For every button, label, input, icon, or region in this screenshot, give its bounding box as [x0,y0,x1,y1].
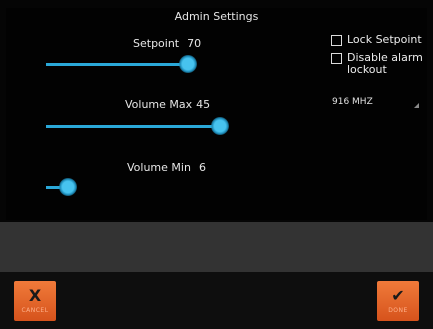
volume-min-slider[interactable] [46,177,77,199]
volume-max-fill [46,125,220,128]
setpoint-label-text: Setpoint [133,37,180,50]
cancel-label: CANCEL [21,307,49,314]
done-label: DONE [388,307,408,314]
volume-max-label-text: Volume Max [125,98,193,111]
action-bar [0,272,433,329]
frequency-select[interactable]: 916 MHZ [332,97,373,107]
lock-setpoint-option[interactable]: Lock Setpoint [331,34,422,46]
close-icon: X [28,286,42,305]
volume-max-slider[interactable] [46,116,229,138]
settings-screen: Admin Settings Setpoint 70 Volume Max 45 V… [0,0,433,329]
volume-min-label: Volume Min 6 [127,161,206,174]
done-button[interactable]: ✔ DONE [377,281,419,321]
disable-alarm-label: Disable alarm lockout [347,52,423,76]
volume-min-thumb[interactable] [59,178,77,196]
volume-min-value: 6 [198,161,206,174]
setpoint-slider[interactable] [46,54,197,76]
cancel-button[interactable]: X CANCEL [14,281,56,321]
setpoint-value: 70 [187,37,202,50]
checkmark-icon: ✔ [391,286,405,305]
lock-setpoint-label: Lock Setpoint [347,33,422,46]
setpoint-thumb[interactable] [179,55,197,73]
disable-alarm-checkbox[interactable] [331,53,342,64]
setpoint-label: Setpoint 70 [133,37,201,50]
bottom-band [0,222,433,272]
volume-max-value: 45 [196,98,211,111]
dropdown-corner-icon[interactable] [414,103,419,108]
volume-max-label: Volume Max 45 [125,98,210,111]
volume-max-thumb[interactable] [211,117,229,135]
page-title: Admin Settings [174,10,259,23]
disable-alarm-label-line2: lockout [347,63,387,76]
lock-setpoint-checkbox[interactable] [331,35,342,46]
volume-min-label-text: Volume Min [127,161,191,174]
setpoint-fill [46,63,188,66]
disable-alarm-option[interactable]: Disable alarm lockout [331,52,423,76]
